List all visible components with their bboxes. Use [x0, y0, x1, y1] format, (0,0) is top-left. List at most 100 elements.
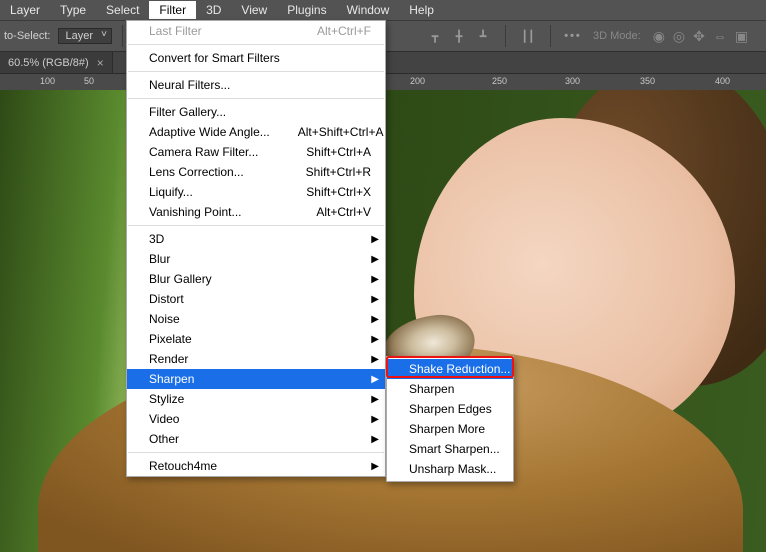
sharpen-submenu: Shake Reduction... Sharpen Sharpen Edges Sh… — [386, 356, 514, 482]
menu-plugins[interactable]: Plugins — [277, 1, 336, 19]
menu-filter[interactable]: Filter — [149, 1, 196, 19]
menu-label: Blur — [149, 252, 170, 266]
menu-label: Filter Gallery... — [149, 105, 226, 119]
align-vcenter-icon[interactable]: ╋ — [447, 25, 471, 47]
menu-label: Sharpen — [149, 372, 194, 386]
align-left-icon[interactable]: ┃┃ — [516, 25, 540, 47]
more-icon[interactable]: ••• — [561, 25, 585, 47]
menu-label: Noise — [149, 312, 180, 326]
separator — [128, 71, 384, 72]
menu-3d[interactable]: 3D — [196, 1, 231, 19]
submenu-label: Shake Reduction... — [409, 362, 510, 376]
menu-label: Liquify... — [149, 185, 193, 199]
menu-lens-correction[interactable]: Lens Correction... Shift+Ctrl+R — [127, 162, 385, 182]
menu-blur-gallery[interactable]: Blur Gallery▶ — [127, 269, 385, 289]
menu-distort[interactable]: Distort ▶ — [127, 289, 385, 309]
submenu-sharpen[interactable]: Sharpen — [387, 379, 513, 399]
menu-noise[interactable]: Noise ▶ — [127, 309, 385, 329]
menu-label: Stylize — [149, 392, 184, 406]
submenu-label: Smart Sharpen... — [409, 442, 500, 456]
submenu-arrow-icon: ▶ — [371, 254, 379, 265]
align-top-icon[interactable]: ┳ — [423, 25, 447, 47]
menu-label: Neural Filters... — [149, 78, 230, 92]
menu-bar: LayerTypeSelectFilter3DViewPluginsWindow… — [0, 0, 766, 20]
menu-label: Last Filter — [149, 24, 202, 38]
menu-label: Adaptive Wide Angle... — [149, 125, 270, 139]
menu-select[interactable]: Select — [96, 1, 149, 19]
separator — [505, 25, 506, 47]
close-icon[interactable]: × — [97, 56, 104, 70]
ruler-tick: 300 — [565, 76, 580, 86]
separator — [128, 452, 384, 453]
autoselect-dropdown[interactable]: Layer — [58, 28, 112, 44]
menu-retouch4me[interactable]: Retouch4me▶ — [127, 456, 385, 476]
submenu-label: Sharpen Edges — [409, 402, 492, 416]
document-title: 60.5% (RGB/8#) — [8, 57, 89, 69]
submenu-sharpen-edges[interactable]: Sharpen Edges — [387, 399, 513, 419]
submenu-smart-sharpen[interactable]: Smart Sharpen... — [387, 439, 513, 459]
menu-label: Vanishing Point... — [149, 205, 242, 219]
menu-label: 3D — [149, 232, 164, 246]
submenu-label: Sharpen — [409, 382, 454, 396]
slide-icon[interactable]: ⇔ — [713, 28, 727, 44]
menu-label: Lens Correction... — [149, 165, 244, 179]
menu-label: Video — [149, 412, 179, 426]
menu-video[interactable]: Video▶ — [127, 409, 385, 429]
menu-vanishing-point[interactable]: Vanishing Point...Alt+Ctrl+V — [127, 202, 385, 222]
menu-label: Convert for Smart Filters — [149, 51, 280, 65]
menu-label: Distort — [149, 292, 184, 306]
orbit-icon[interactable]: ◉ — [653, 28, 665, 45]
submenu-arrow-icon: ▶ — [371, 314, 379, 325]
menu-pixelate[interactable]: Pixelate▶ — [127, 329, 385, 349]
menu-liquify[interactable]: Liquify... Shift+Ctrl+X — [127, 182, 385, 202]
ruler-tick: 200 — [410, 76, 425, 86]
menu-convert-smart[interactable]: Convert for Smart Filters — [127, 48, 385, 68]
ruler-tick: 350 — [640, 76, 655, 86]
document-tab[interactable]: 60.5% (RGB/8#) × — [0, 52, 113, 73]
menu-window[interactable]: Window — [337, 1, 400, 19]
align-bottom-icon[interactable]: ┻ — [471, 25, 495, 47]
mode-label: 3D Mode: — [593, 30, 641, 42]
separator — [128, 98, 384, 99]
ruler-tick: 100 — [40, 76, 55, 86]
menu-render[interactable]: Render▶ — [127, 349, 385, 369]
submenu-sharpen-more[interactable]: Sharpen More — [387, 419, 513, 439]
menu-shortcut: Alt+Shift+Ctrl+A — [298, 125, 384, 139]
menu-label: Camera Raw Filter... — [149, 145, 258, 159]
menu-type[interactable]: Type — [50, 1, 96, 19]
menu-label: Pixelate — [149, 332, 192, 346]
submenu-label: Unsharp Mask... — [409, 462, 496, 476]
menu-stylize[interactable]: Stylize▶ — [127, 389, 385, 409]
submenu-arrow-icon: ▶ — [371, 234, 379, 245]
menu-3d[interactable]: 3D ▶ — [127, 229, 385, 249]
zoom-icon[interactable]: ▣ — [735, 28, 748, 45]
filter-menu: Last Filter Alt+Ctrl+F Convert for Smart… — [126, 20, 386, 477]
submenu-shake-reduction[interactable]: Shake Reduction... — [387, 359, 513, 379]
menu-help[interactable]: Help — [399, 1, 444, 19]
menu-label: Blur Gallery — [149, 272, 212, 286]
menu-sharpen[interactable]: Sharpen ▶ — [127, 369, 385, 389]
menu-layer[interactable]: Layer — [0, 1, 50, 19]
pan-icon[interactable]: ✥ — [693, 28, 705, 45]
menu-camera-raw[interactable]: Camera Raw Filter... Shift+Ctrl+A — [127, 142, 385, 162]
menu-label: Retouch4me — [149, 459, 217, 473]
submenu-label: Sharpen More — [409, 422, 485, 436]
separator — [122, 25, 123, 47]
menu-shortcut: Shift+Ctrl+R — [306, 165, 371, 179]
submenu-unsharp-mask[interactable]: Unsharp Mask... — [387, 459, 513, 479]
menu-label: Other — [149, 432, 179, 446]
menu-shortcut: Shift+Ctrl+X — [306, 185, 371, 199]
menu-blur[interactable]: Blur ▶ — [127, 249, 385, 269]
menu-shortcut: Shift+Ctrl+A — [306, 145, 371, 159]
menu-last-filter[interactable]: Last Filter Alt+Ctrl+F — [127, 21, 385, 41]
menu-adaptive-wide-angle[interactable]: Adaptive Wide Angle... Alt+Shift+Ctrl+A — [127, 122, 385, 142]
menu-neural-filters[interactable]: Neural Filters... — [127, 75, 385, 95]
roll-icon[interactable]: ◎ — [673, 28, 685, 45]
menu-view[interactable]: View — [231, 1, 277, 19]
submenu-arrow-icon: ▶ — [371, 374, 379, 385]
submenu-arrow-icon: ▶ — [371, 294, 379, 305]
menu-filter-gallery[interactable]: Filter Gallery... — [127, 102, 385, 122]
autoselect-label: to-Select: — [4, 30, 50, 42]
menu-other[interactable]: Other▶ — [127, 429, 385, 449]
submenu-arrow-icon: ▶ — [371, 354, 379, 365]
